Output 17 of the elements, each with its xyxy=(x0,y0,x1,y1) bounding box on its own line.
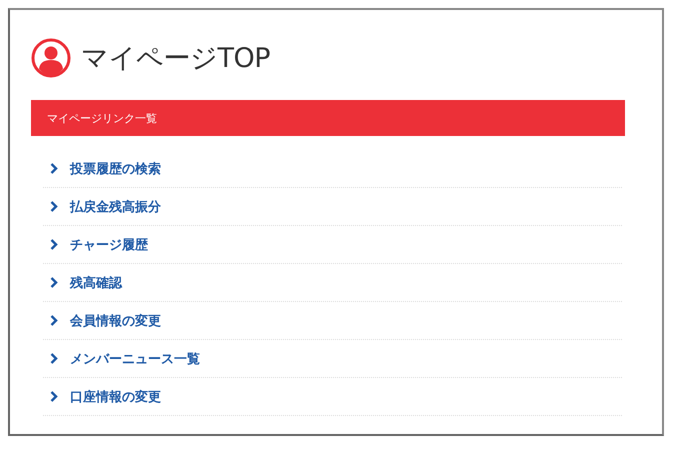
chevron-right-icon xyxy=(50,163,58,174)
menu-link[interactable]: チャージ履歴 xyxy=(43,226,622,264)
chevron-right-icon xyxy=(50,201,58,212)
chevron-right-icon xyxy=(50,391,58,402)
chevron-right-icon xyxy=(50,277,58,288)
menu-link[interactable]: 残高確認 xyxy=(43,264,622,302)
user-avatar-icon xyxy=(31,38,71,78)
page-title: マイページTOP xyxy=(81,42,270,76)
section-title: マイページリンク一覧 xyxy=(47,110,157,126)
menu-link[interactable]: メンバーニュース一覧 xyxy=(43,340,622,378)
chevron-right-icon xyxy=(50,239,58,250)
chevron-right-icon xyxy=(50,353,58,364)
menu-link[interactable]: 投票履歴の検索 xyxy=(43,150,622,188)
menu-link[interactable]: 口座情報の変更 xyxy=(43,378,622,416)
menu-link[interactable]: 会員情報の変更 xyxy=(43,302,622,340)
menu-link[interactable]: 払戻金残高振分 xyxy=(43,188,622,226)
chevron-right-icon xyxy=(50,315,58,326)
